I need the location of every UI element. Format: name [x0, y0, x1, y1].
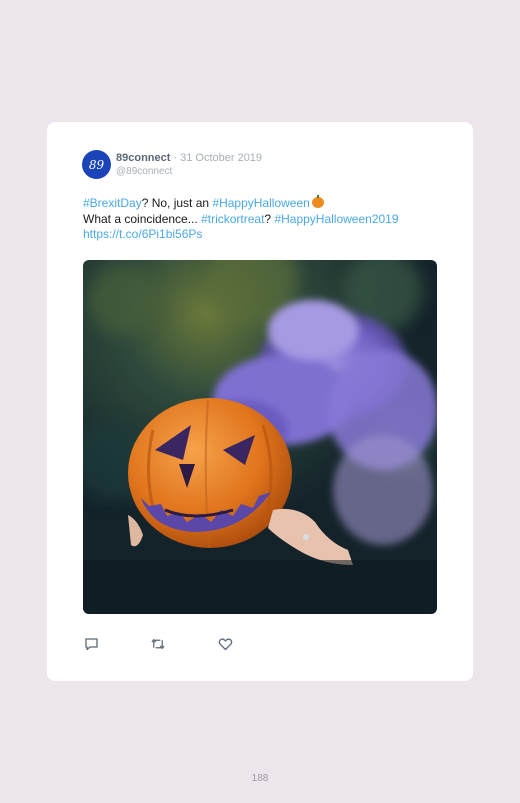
display-name[interactable]: 89connect	[116, 152, 170, 164]
pumpkin-smoke-photo	[83, 260, 437, 614]
reply-button[interactable]	[83, 636, 99, 652]
retweet-icon	[151, 638, 165, 650]
tweet-text-fragment: ? No, just an	[141, 196, 213, 210]
handle[interactable]: @89connect	[116, 165, 262, 178]
tweet-text-fragment: What a coincidence...	[83, 211, 202, 226]
tweet-line-1: #BrexitDay? No, just an #HappyHalloween	[83, 195, 453, 212]
tweet-photo[interactable]	[83, 260, 437, 614]
hashtag-brexitday[interactable]: #BrexitDay	[83, 196, 142, 210]
like-icon	[218, 638, 232, 651]
tweet-line-2: What a coincidence... #trickortreat? #Ha…	[83, 212, 453, 228]
tweet-text-fragment: ?	[264, 211, 275, 226]
jack-o-lantern-icon	[311, 195, 324, 208]
tweet-link[interactable]: https://t.co/6Pi1bi56Ps	[83, 227, 202, 241]
page-number: 188	[251, 773, 269, 784]
tweet-header: 89 89connect · 31 October 2019 @89connect	[82, 150, 262, 179]
author-row: 89connect · 31 October 2019	[116, 152, 262, 165]
reply-icon	[84, 638, 98, 651]
hashtag-trickortreat[interactable]: #trickortreat	[201, 212, 264, 226]
like-button[interactable]	[217, 636, 233, 652]
retweet-button[interactable]	[150, 636, 166, 652]
tweet-actions	[83, 636, 284, 652]
tweet-text: #BrexitDay? No, just an #HappyHalloween …	[83, 195, 453, 243]
tweet-date[interactable]: 31 October 2019	[180, 152, 262, 164]
tweet-line-3: https://t.co/6Pi1bi56Ps	[83, 227, 453, 243]
hashtag-happyhalloween2019[interactable]: #HappyHalloween2019	[274, 212, 398, 226]
author-info: 89connect · 31 October 2019 @89connect	[116, 152, 262, 178]
separator: ·	[173, 151, 178, 164]
hashtag-happyhalloween[interactable]: #HappyHalloween	[212, 196, 309, 210]
avatar[interactable]: 89	[82, 150, 111, 179]
tweet-card: 89 89connect · 31 October 2019 @89connect …	[47, 122, 473, 681]
